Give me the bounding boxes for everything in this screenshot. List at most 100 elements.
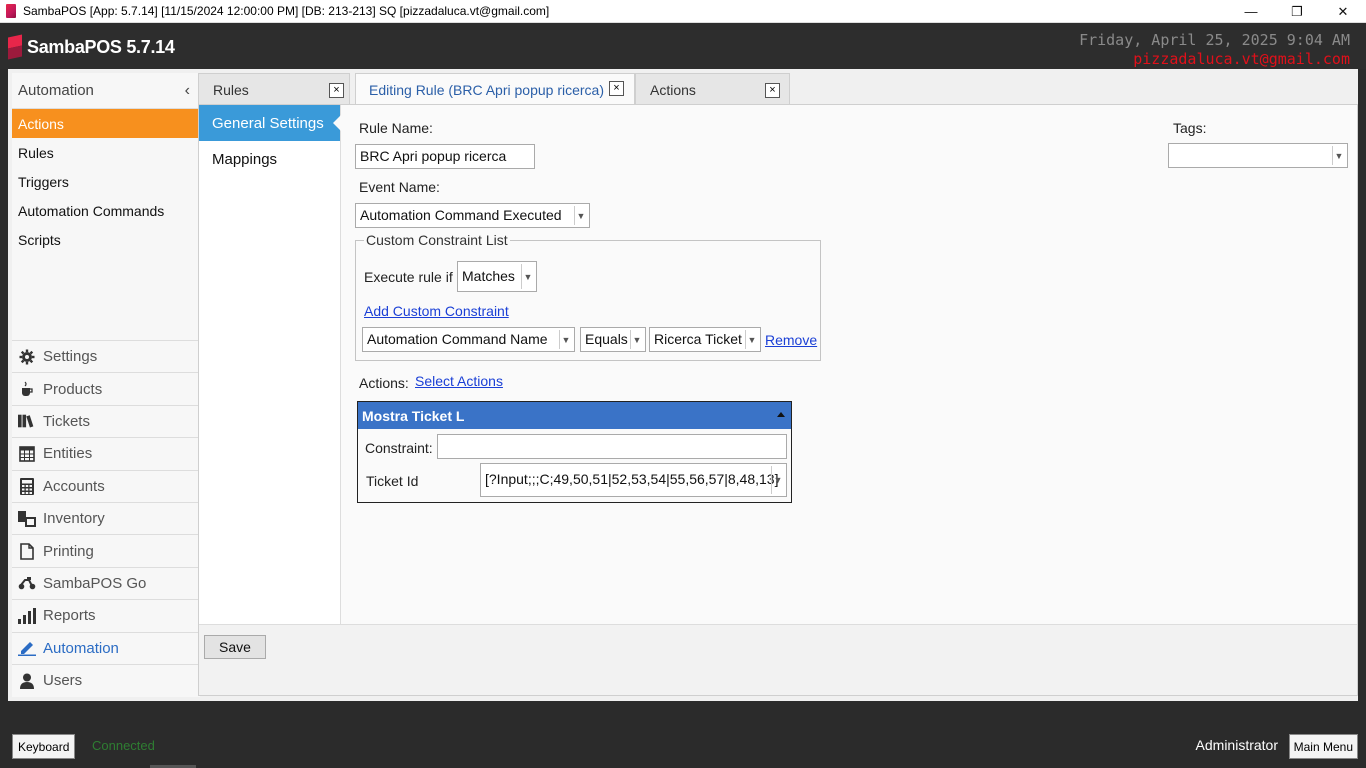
section-reports[interactable]: Reports [12, 599, 200, 631]
constraint-value-dropdown[interactable]: Ricerca Ticket ▼ [649, 327, 761, 352]
main-menu-button[interactable]: Main Menu [1288, 734, 1358, 759]
constraint-field-dropdown[interactable]: Automation Command Name ▼ [362, 327, 575, 352]
close-tab-icon[interactable]: × [609, 81, 624, 96]
sidebar-item-actions[interactable]: Actions [12, 109, 200, 138]
tab-label: Editing Rule (BRC Apri popup ricerca) [369, 81, 604, 98]
section-inventory[interactable]: Inventory [12, 501, 200, 534]
editor-subnav: General Settings Mappings [199, 105, 341, 624]
rule-editor: General Settings Mappings Rule Name: BRC… [198, 104, 1358, 696]
section-accounts[interactable]: Accounts [12, 469, 200, 502]
editor-footer: Save [199, 624, 1357, 695]
collapse-sidebar-icon[interactable]: ‹ [185, 82, 190, 100]
keyboard-button[interactable]: Keyboard [12, 734, 76, 759]
tab-editing-rule[interactable]: Editing Rule (BRC Apri popup ricerca) × [355, 73, 635, 105]
section-printing[interactable]: Printing [12, 534, 200, 566]
account-email: pizzadaluca.vt@gmail.com [1133, 50, 1350, 68]
rule-name-input[interactable]: BRC Apri popup ricerca [355, 144, 535, 169]
actions-label: Actions: [359, 375, 409, 391]
ticket-id-input[interactable]: [?Input;;;C;49,50,51|52,53,54|55,56,57|8… [480, 463, 787, 497]
event-name-dropdown[interactable]: Automation Command Executed ▼ [355, 203, 590, 228]
chevron-down-icon: ▼ [630, 330, 643, 349]
app-header: SambaPOS 5.7.14 Friday, April 25, 2025 9… [0, 23, 1366, 69]
section-label: Printing [43, 542, 94, 560]
action-constraint-label: Constraint: [365, 440, 433, 456]
books-icon [18, 412, 36, 430]
section-label: Tickets [43, 412, 90, 430]
close-window-button[interactable]: ✕ [1320, 0, 1366, 23]
subnav-general-settings[interactable]: General Settings [199, 105, 341, 141]
section-settings[interactable]: Settings [12, 340, 200, 372]
tags-dropdown[interactable]: ▼ [1168, 143, 1348, 168]
restore-button[interactable]: ❐ [1274, 0, 1320, 23]
bar-chart-icon [18, 607, 36, 625]
sidebar-item-automation-commands[interactable]: Automation Commands [12, 196, 200, 225]
sidebar: Automation ‹ Actions Rules Triggers Auto… [12, 73, 200, 697]
table-icon [18, 445, 36, 463]
section-products[interactable]: Products [12, 372, 200, 404]
chevron-down-icon: ▼ [1332, 146, 1345, 165]
section-label: Inventory [43, 510, 105, 528]
sidebar-item-triggers[interactable]: Triggers [12, 167, 200, 196]
constraint-list-title: Custom Constraint List [364, 232, 510, 248]
section-automation[interactable]: Automation [12, 631, 200, 664]
section-users[interactable]: Users [12, 663, 200, 696]
select-actions-link[interactable]: Select Actions [415, 373, 503, 389]
section-entities[interactable]: Entities [12, 437, 200, 469]
section-sambapos-go[interactable]: SambaPOS Go [12, 566, 200, 599]
coffee-icon [18, 380, 36, 398]
save-button[interactable]: Save [204, 635, 266, 659]
sidebar-item-scripts[interactable]: Scripts [12, 225, 200, 254]
sidebar-sections: Settings Products Tickets Entities Accou… [12, 340, 200, 696]
subnav-mappings[interactable]: Mappings [199, 141, 340, 177]
current-datetime: Friday, April 25, 2025 9:04 AM [1079, 31, 1350, 49]
constraint-operator-value: Equals [585, 331, 628, 347]
gear-icon [18, 348, 36, 366]
section-label: Users [43, 672, 83, 690]
custom-constraint-list: Custom Constraint List Execute rule if M… [355, 232, 821, 361]
chevron-down-icon: ▼ [771, 466, 784, 494]
action-constraint-input[interactable] [437, 434, 787, 459]
close-tab-icon[interactable]: × [329, 83, 344, 98]
section-label: Automation [43, 639, 119, 657]
remove-constraint-link[interactable]: Remove [765, 332, 817, 348]
collapse-arrow-icon[interactable] [777, 412, 785, 417]
connection-status: Connected [92, 738, 155, 753]
execute-rule-if-dropdown[interactable]: Matches ▼ [457, 261, 537, 292]
app-icon [6, 4, 16, 18]
current-user: Administrator [1195, 737, 1278, 753]
execute-rule-if-value: Matches [462, 268, 515, 284]
section-label: Settings [43, 348, 98, 366]
window-title-bar: SambaPOS [App: 5.7.14] [11/15/2024 12:00… [0, 0, 1366, 23]
sidebar-item-rules[interactable]: Rules [12, 138, 200, 167]
status-bar: Keyboard Connected Administrator Main Me… [0, 701, 1366, 768]
chevron-down-icon: ▼ [559, 330, 572, 349]
logo-text: SambaPOS 5.7.14 [27, 36, 175, 57]
tab-label: Rules [213, 81, 249, 98]
add-custom-constraint-link[interactable]: Add Custom Constraint [364, 303, 509, 319]
action-card: Mostra Ticket L Constraint: Ticket Id [?… [357, 401, 792, 503]
ticket-id-value: [?Input;;;C;49,50,51|52,53,54|55,56,57|8… [485, 471, 779, 487]
ticket-id-label: Ticket Id [366, 473, 419, 489]
sidebar-title: Automation [18, 82, 94, 99]
scooter-icon [18, 574, 36, 592]
logo-mark-icon [8, 34, 22, 60]
constraint-operator-dropdown[interactable]: Equals ▼ [580, 327, 646, 352]
execute-rule-if-label: Execute rule if [364, 269, 453, 285]
action-name: Mostra Ticket L [362, 407, 465, 424]
close-tab-icon[interactable]: × [765, 83, 780, 98]
user-icon [18, 672, 36, 690]
section-label: Reports [43, 607, 96, 625]
section-tickets[interactable]: Tickets [12, 404, 200, 437]
event-name-value: Automation Command Executed [360, 207, 562, 223]
window-title: SambaPOS [App: 5.7.14] [11/15/2024 12:00… [23, 4, 550, 18]
main-area: Automation ‹ Actions Rules Triggers Auto… [8, 69, 1358, 701]
tab-rules[interactable]: Rules × [198, 73, 350, 105]
inventory-icon [18, 510, 36, 528]
tab-actions[interactable]: Actions × [635, 73, 790, 105]
rule-name-label: Rule Name: [359, 120, 433, 136]
tab-label: Actions [650, 81, 696, 98]
minimize-button[interactable]: — [1228, 0, 1274, 23]
action-card-header[interactable]: Mostra Ticket L [358, 402, 791, 429]
section-label: Entities [43, 445, 93, 463]
chevron-down-icon: ▼ [574, 206, 587, 225]
